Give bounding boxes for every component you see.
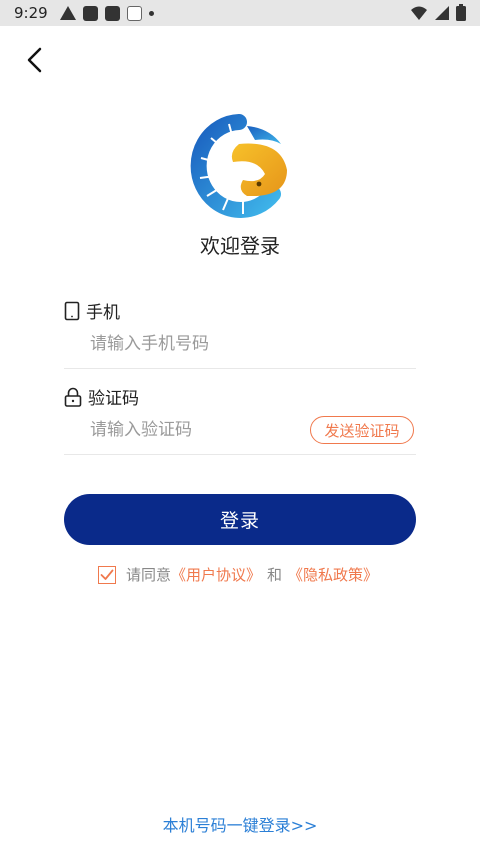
wifi-icon: [411, 6, 427, 20]
more-notifications-icon: [148, 10, 154, 16]
login-button[interactable]: 登录: [64, 494, 416, 545]
one-key-login-link[interactable]: 本机号码一键登录>>: [0, 812, 480, 836]
code-label: 验证码: [64, 384, 139, 409]
checkmark-icon: [100, 569, 114, 580]
back-arrow-icon: [27, 47, 42, 73]
welcome-title: 欢迎登录: [200, 234, 280, 258]
user-agreement-link[interactable]: 《用户协议》: [171, 564, 261, 585]
phone-input[interactable]: [90, 329, 410, 359]
app-logo-icon: [190, 114, 287, 218]
app-logo: [189, 114, 291, 218]
code-label-text: 验证码: [88, 389, 139, 409]
code-divider: [64, 454, 416, 455]
phone-label: 手机: [64, 298, 120, 323]
tablet-icon: [64, 301, 80, 320]
status-bar: 9:29: [0, 0, 480, 26]
back-button[interactable]: [18, 44, 50, 76]
app-notification-icon: [82, 5, 98, 21]
system-status-icons: [410, 4, 466, 21]
agreement-checkbox[interactable]: [98, 565, 116, 584]
status-time: 9:29: [14, 4, 48, 22]
agreement-prefix: 请同意: [126, 566, 172, 584]
lock-icon: [64, 387, 82, 407]
phone-label-text: 手机: [86, 303, 120, 323]
privacy-policy-link[interactable]: 《隐私政策》: [288, 564, 378, 585]
app-notification-icon: [104, 5, 120, 21]
send-code-button[interactable]: 发送验证码: [310, 416, 414, 444]
notification-icons: [59, 5, 154, 21]
font-notification-icon: [126, 5, 142, 21]
warning-icon: [59, 6, 76, 20]
agreement-conjunction: 和: [267, 566, 283, 584]
signal-icon: [435, 5, 449, 20]
agreement-row: 请同意 《用户协议》 和 《隐私政策》: [98, 564, 378, 585]
phone-divider: [64, 368, 416, 369]
battery-icon: [456, 4, 466, 21]
verification-code-input[interactable]: [90, 415, 300, 445]
